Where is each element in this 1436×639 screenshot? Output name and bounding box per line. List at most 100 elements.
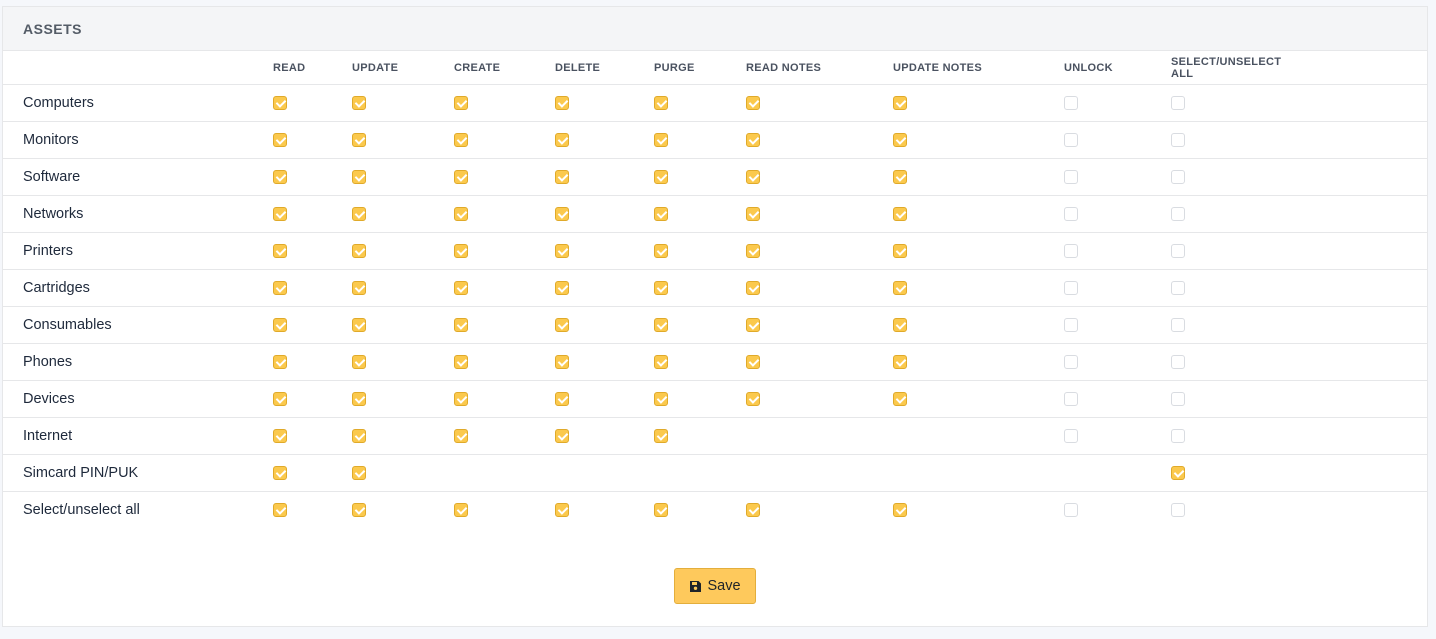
permission-checkbox[interactable] (352, 502, 366, 517)
permission-checkbox[interactable] (1171, 206, 1185, 221)
permission-checkbox[interactable] (1064, 206, 1078, 221)
permission-checkbox[interactable] (352, 95, 366, 110)
permission-checkbox[interactable] (654, 95, 668, 110)
permission-checkbox[interactable] (654, 428, 668, 443)
permission-checkbox[interactable] (454, 132, 468, 147)
permission-checkbox[interactable] (273, 428, 287, 443)
permission-checkbox[interactable] (746, 206, 760, 221)
permission-checkbox[interactable] (1064, 95, 1078, 110)
permission-checkbox[interactable] (352, 280, 366, 295)
permission-checkbox[interactable] (454, 428, 468, 443)
permission-checkbox[interactable] (454, 317, 468, 332)
permission-checkbox[interactable] (654, 391, 668, 406)
permission-checkbox[interactable] (746, 391, 760, 406)
permission-checkbox[interactable] (893, 502, 907, 517)
permission-checkbox[interactable] (893, 354, 907, 369)
permission-checkbox[interactable] (654, 502, 668, 517)
permission-checkbox[interactable] (654, 169, 668, 184)
permission-checkbox[interactable] (352, 354, 366, 369)
permission-checkbox[interactable] (1064, 317, 1078, 332)
permission-checkbox[interactable] (746, 243, 760, 258)
permission-checkbox[interactable] (893, 243, 907, 258)
permission-checkbox[interactable] (746, 280, 760, 295)
permission-checkbox[interactable] (893, 169, 907, 184)
save-button[interactable]: Save (674, 568, 756, 604)
permission-checkbox[interactable] (555, 243, 569, 258)
permission-checkbox[interactable] (352, 132, 366, 147)
permission-checkbox[interactable] (454, 502, 468, 517)
permission-checkbox[interactable] (1171, 428, 1185, 443)
permission-checkbox[interactable] (273, 132, 287, 147)
permission-checkbox[interactable] (273, 95, 287, 110)
permission-checkbox[interactable] (1171, 132, 1185, 147)
permission-checkbox[interactable] (454, 95, 468, 110)
permission-checkbox[interactable] (555, 95, 569, 110)
permission-checkbox[interactable] (1064, 132, 1078, 147)
permission-checkbox[interactable] (273, 169, 287, 184)
permission-checkbox[interactable] (654, 354, 668, 369)
permission-checkbox[interactable] (1171, 465, 1185, 480)
permission-checkbox[interactable] (273, 280, 287, 295)
permission-checkbox[interactable] (352, 465, 366, 480)
permission-checkbox[interactable] (746, 317, 760, 332)
permission-checkbox[interactable] (454, 243, 468, 258)
permission-checkbox[interactable] (1064, 354, 1078, 369)
permission-checkbox[interactable] (654, 280, 668, 295)
permission-checkbox[interactable] (273, 354, 287, 369)
permission-checkbox[interactable] (555, 502, 569, 517)
permission-checkbox[interactable] (746, 354, 760, 369)
permission-checkbox[interactable] (352, 206, 366, 221)
permission-checkbox[interactable] (654, 206, 668, 221)
permission-checkbox[interactable] (1171, 354, 1185, 369)
permission-checkbox[interactable] (273, 391, 287, 406)
permission-checkbox[interactable] (352, 317, 366, 332)
permission-checkbox[interactable] (1064, 169, 1078, 184)
permission-checkbox[interactable] (555, 132, 569, 147)
permission-checkbox[interactable] (352, 391, 366, 406)
permission-checkbox[interactable] (893, 206, 907, 221)
permission-checkbox[interactable] (454, 280, 468, 295)
permission-checkbox[interactable] (454, 391, 468, 406)
permission-checkbox[interactable] (1171, 243, 1185, 258)
permission-checkbox[interactable] (893, 280, 907, 295)
permission-checkbox[interactable] (654, 317, 668, 332)
permission-checkbox[interactable] (1171, 317, 1185, 332)
permission-checkbox[interactable] (1064, 280, 1078, 295)
permission-checkbox[interactable] (893, 391, 907, 406)
permission-checkbox[interactable] (352, 428, 366, 443)
permission-checkbox[interactable] (454, 354, 468, 369)
permission-checkbox[interactable] (1064, 502, 1078, 517)
permission-checkbox[interactable] (893, 95, 907, 110)
permission-checkbox[interactable] (352, 169, 366, 184)
permission-checkbox[interactable] (555, 317, 569, 332)
permission-checkbox[interactable] (1064, 391, 1078, 406)
permission-checkbox[interactable] (555, 280, 569, 295)
permission-checkbox[interactable] (746, 95, 760, 110)
permission-checkbox[interactable] (1171, 502, 1185, 517)
permission-checkbox[interactable] (555, 206, 569, 221)
permission-checkbox[interactable] (746, 502, 760, 517)
permission-checkbox[interactable] (273, 465, 287, 480)
permission-checkbox[interactable] (555, 391, 569, 406)
permission-checkbox[interactable] (555, 169, 569, 184)
permission-checkbox[interactable] (555, 354, 569, 369)
permission-checkbox[interactable] (654, 132, 668, 147)
permission-checkbox[interactable] (1171, 169, 1185, 184)
permission-checkbox[interactable] (454, 169, 468, 184)
permission-checkbox[interactable] (893, 317, 907, 332)
permission-checkbox[interactable] (1171, 95, 1185, 110)
permission-checkbox[interactable] (555, 428, 569, 443)
permission-checkbox[interactable] (273, 317, 287, 332)
permission-checkbox[interactable] (352, 243, 366, 258)
permission-checkbox[interactable] (746, 132, 760, 147)
permission-checkbox[interactable] (1171, 391, 1185, 406)
permission-checkbox[interactable] (1064, 243, 1078, 258)
permission-checkbox[interactable] (273, 502, 287, 517)
permission-checkbox[interactable] (1064, 428, 1078, 443)
permission-checkbox[interactable] (273, 243, 287, 258)
permission-checkbox[interactable] (893, 132, 907, 147)
permission-checkbox[interactable] (654, 243, 668, 258)
permission-checkbox[interactable] (746, 169, 760, 184)
permission-checkbox[interactable] (1171, 280, 1185, 295)
permission-checkbox[interactable] (454, 206, 468, 221)
